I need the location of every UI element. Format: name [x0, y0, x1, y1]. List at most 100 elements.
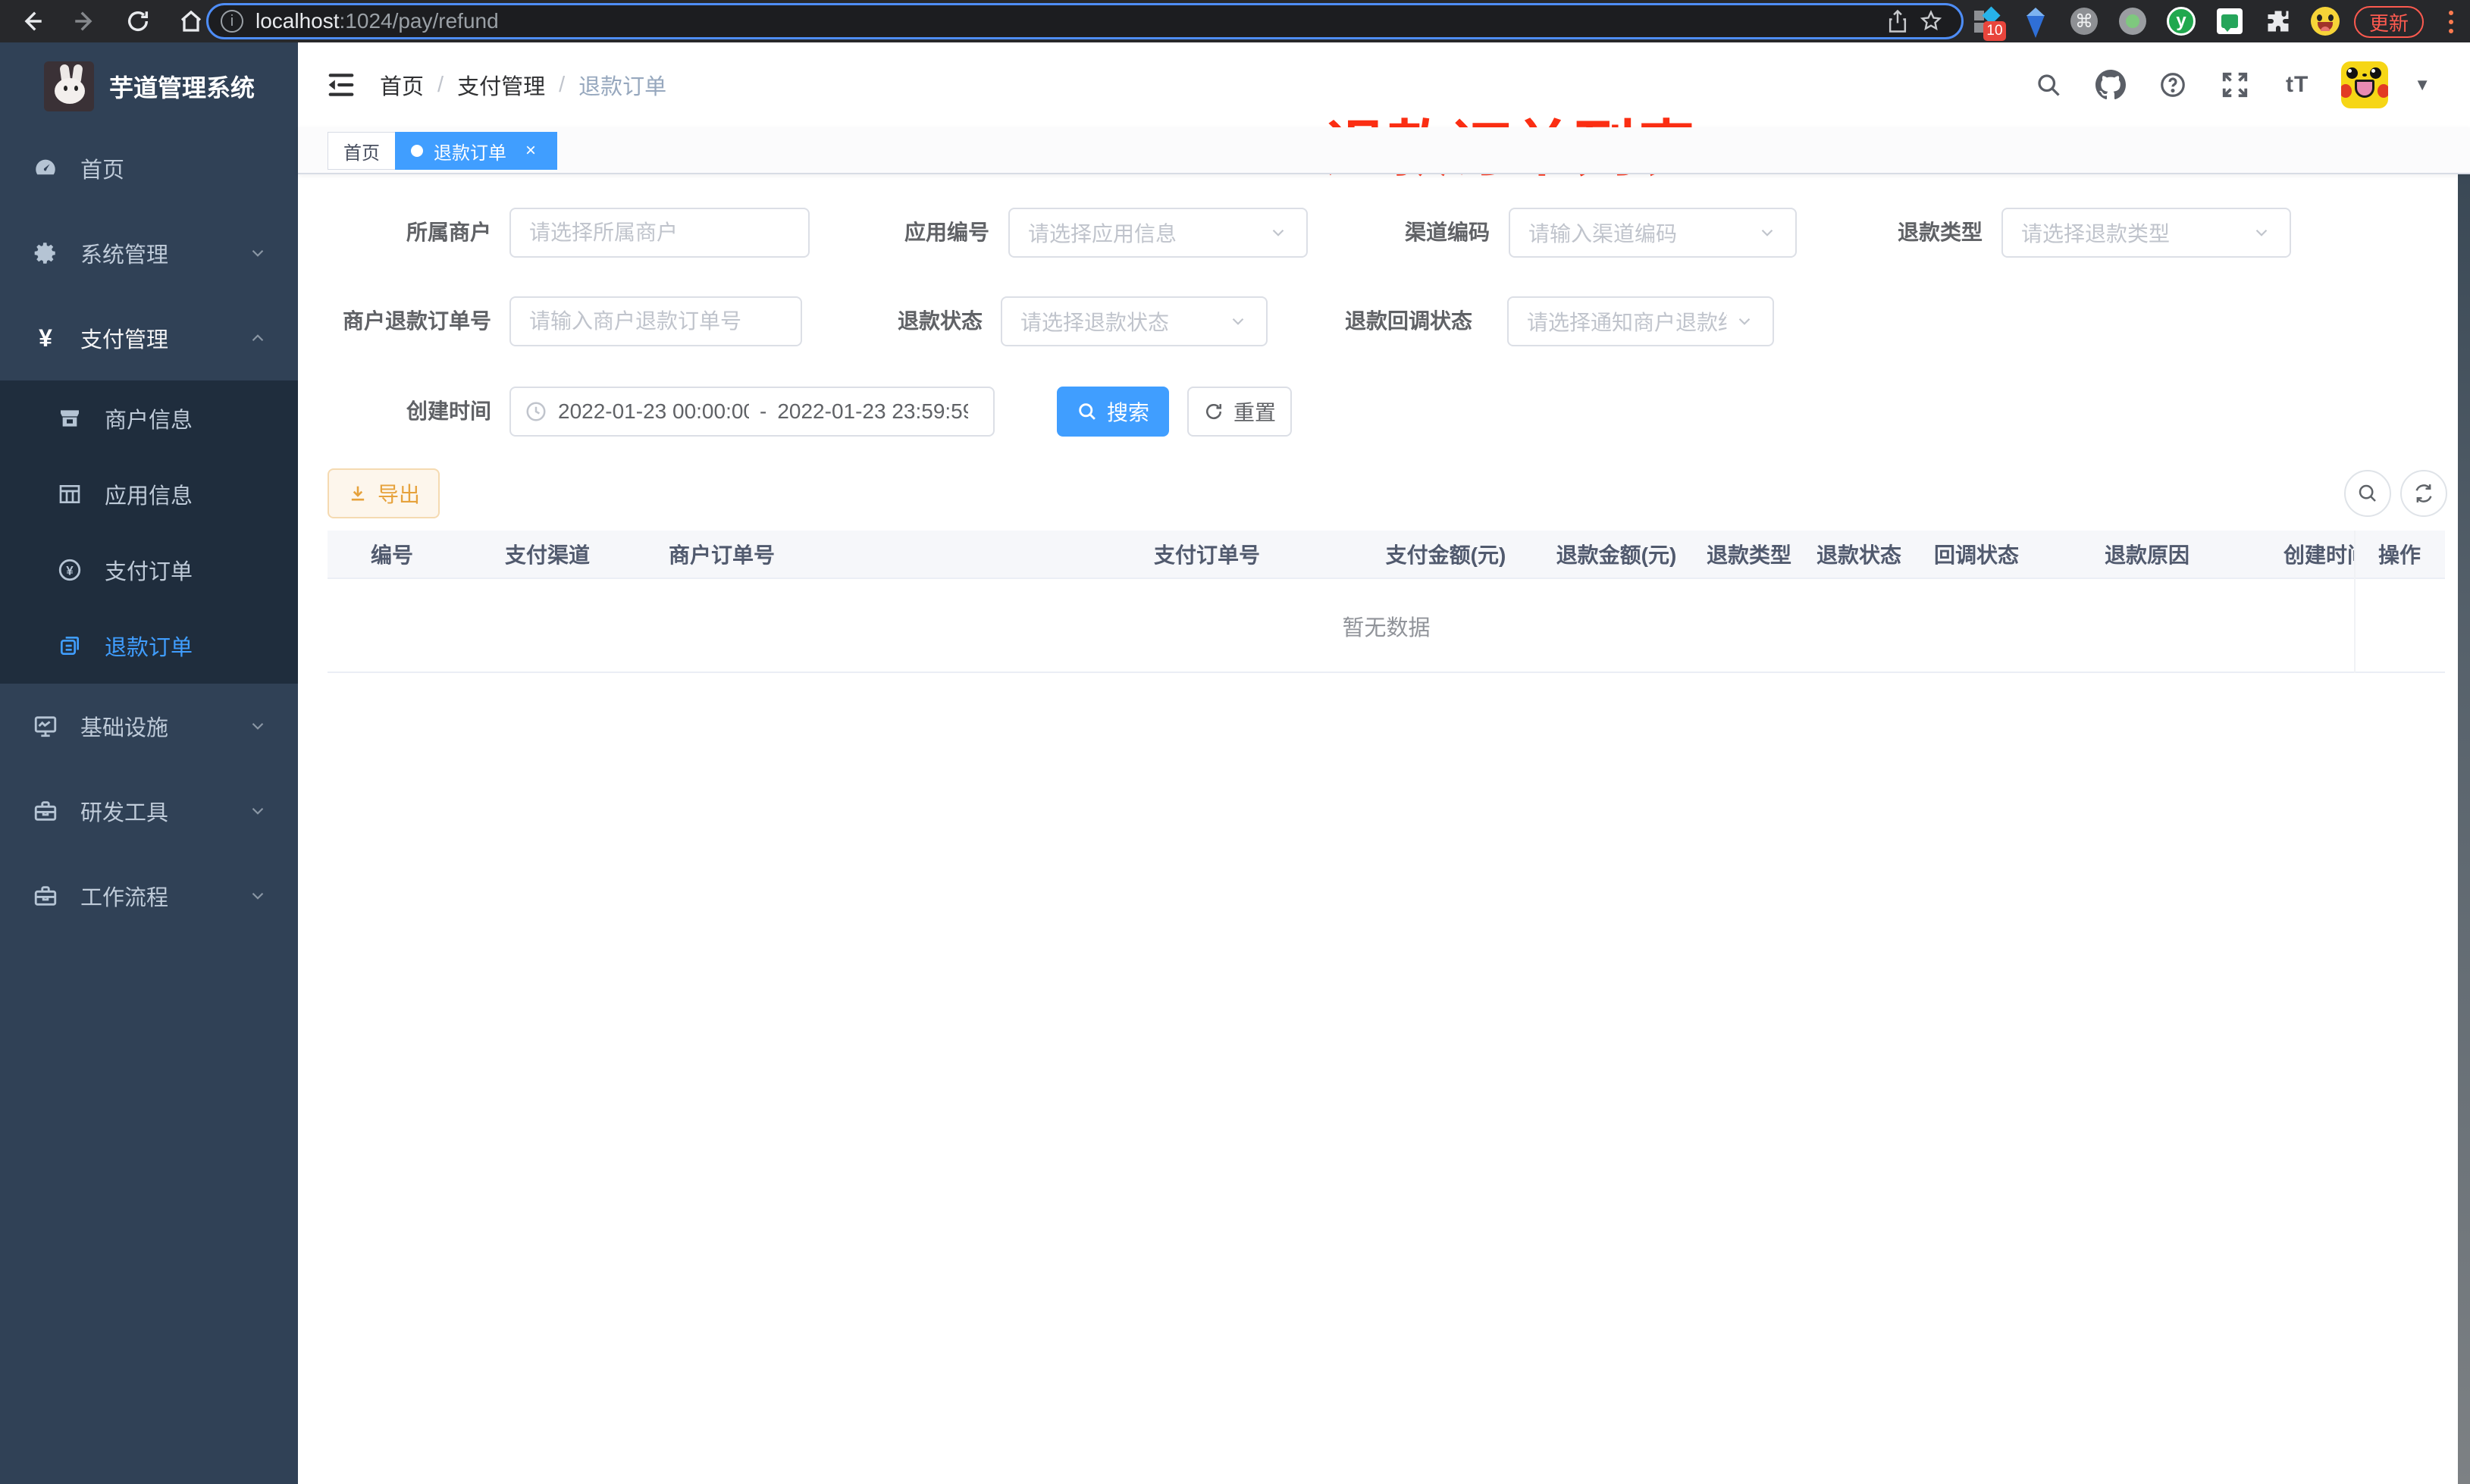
sidebar-toggle-button[interactable] — [322, 66, 360, 104]
extension-kite[interactable] — [2018, 5, 2053, 38]
tab-label: 退款订单 — [434, 142, 506, 164]
header-search-button[interactable] — [2030, 67, 2067, 103]
extension-chat[interactable] — [2212, 5, 2247, 38]
create-time-range-picker[interactable]: 2022-01-23 00:00:00 - 2022-01-23 23:59:5… — [509, 387, 995, 437]
briefcase-icon — [30, 883, 61, 909]
tab-label: 首页 — [343, 142, 380, 164]
avatar[interactable] — [2341, 61, 2389, 108]
search-button[interactable]: 搜索 — [1057, 387, 1169, 437]
show-search-button[interactable] — [2344, 470, 2391, 517]
navbar: 首页 / 支付管理 / 退款订单 退款订单列表 tT ▼ — [298, 42, 2470, 183]
reset-button[interactable]: 重置 — [1187, 387, 1292, 437]
question-icon — [2161, 73, 2186, 97]
github-button[interactable] — [2092, 67, 2129, 103]
filter-label-refund-status: 退款状态 — [897, 309, 983, 333]
range-end-value[interactable]: 2022-01-23 23:59:59 — [777, 399, 968, 424]
chevron-down-icon — [248, 886, 268, 906]
col-actions: 操作 — [2378, 543, 2421, 567]
col-refund-status: 退款状态 — [1816, 543, 1901, 567]
browser-menu-button[interactable] — [2440, 8, 2462, 36]
refresh-list-button[interactable] — [2400, 470, 2447, 517]
sidebar-item-label: 首页 — [80, 158, 125, 183]
dashboard-icon — [30, 155, 61, 181]
filter-label-channel: 渠道编码 — [1404, 221, 1490, 244]
col-refund-reason: 退款原因 — [2104, 543, 2189, 567]
export-button[interactable]: 导出 — [328, 468, 440, 518]
extension-tampermonkey[interactable]: 10 — [1970, 5, 2006, 41]
sidebar-item-label: 商户信息 — [105, 409, 193, 433]
notify-status-select[interactable]: 请选择通知商户退款结果 — [1507, 296, 1774, 346]
sidebar: 芋道管理系统 首页 系统管理 ¥ 支付管理 商户信息 应用信息 ¥ 支付订单 退… — [0, 42, 298, 1484]
fullscreen-button[interactable] — [2217, 67, 2253, 103]
hamburger-icon — [328, 74, 354, 96]
sidebar-item-label: 退款订单 — [105, 636, 193, 660]
tab-home[interactable]: 首页 — [328, 132, 396, 170]
filter-label-merchant-refund-no: 商户退款订单号 — [342, 309, 491, 333]
tab-close-icon[interactable]: × — [520, 140, 541, 161]
extension-y[interactable]: y — [2164, 5, 2199, 38]
refund-type-select[interactable]: 请选择退款类型 — [2001, 208, 2291, 258]
sidebar-logo[interactable]: 芋道管理系统 — [0, 42, 298, 130]
kite-icon — [2026, 8, 2045, 38]
tampermonkey-icon: 10 — [1970, 5, 2006, 41]
fixed-column-divider — [2354, 531, 2356, 673]
breadcrumb-separator: / — [559, 72, 566, 97]
sidebar-item-pay-order[interactable]: ¥ 支付订单 — [0, 532, 298, 608]
share-button[interactable] — [1881, 3, 1914, 39]
clock-icon — [525, 400, 547, 423]
url-text: localhost:1024/pay/refund — [255, 9, 1881, 33]
sidebar-item-label: 支付订单 — [105, 560, 193, 584]
emoji-icon — [2311, 7, 2340, 36]
browser-back-button[interactable] — [11, 0, 53, 42]
browser-update-button[interactable]: 更新 — [2354, 6, 2425, 38]
address-bar[interactable]: i localhost:1024/pay/refund — [206, 3, 1964, 39]
sidebar-item-refund-order[interactable]: 退款订单 — [0, 608, 298, 684]
url-path: :1024/pay/refund — [339, 9, 499, 33]
fullscreen-icon — [2223, 72, 2248, 98]
app-window: i localhost:1024/pay/refund 10 ⌘ y 更新 芋道… — [0, 0, 2470, 1484]
sidebar-item-infra[interactable]: 基础设施 — [0, 684, 298, 769]
font-size-button[interactable]: tT — [2279, 67, 2315, 103]
site-info-icon[interactable]: i — [221, 10, 243, 33]
share-icon — [1889, 9, 1907, 33]
extension-command[interactable]: ⌘ — [2067, 5, 2102, 38]
sidebar-item-workflow[interactable]: 工作流程 — [0, 853, 298, 938]
yen-icon: ¥ — [39, 324, 52, 352]
search-icon — [2038, 74, 2060, 96]
chevron-down-icon — [248, 801, 268, 821]
col-id: 编号 — [370, 543, 413, 567]
filter-label-merchant: 所属商户 — [406, 221, 491, 244]
navbar-actions: tT ▼ — [2030, 42, 2431, 127]
y-circle-icon: y — [2167, 7, 2196, 36]
breadcrumb-pay[interactable]: 支付管理 — [457, 69, 545, 101]
extension-puzzle[interactable] — [2261, 5, 2296, 38]
home-icon — [180, 10, 202, 32]
range-start-value[interactable]: 2022-01-23 00:00:00 — [558, 399, 749, 424]
bookmark-button[interactable] — [1914, 3, 1948, 39]
svg-text:¥: ¥ — [66, 563, 74, 578]
extension-recorder[interactable] — [2115, 5, 2150, 38]
store-icon — [55, 406, 85, 430]
filter-label-refund-type: 退款类型 — [1897, 221, 1983, 244]
sidebar-item-devtools[interactable]: 研发工具 — [0, 769, 298, 853]
tab-refund-order[interactable]: 退款订单 × — [395, 132, 557, 170]
window-scrollbar[interactable] — [2458, 42, 2470, 1484]
chevron-down-icon — [2252, 223, 2271, 243]
browser-toolbar: i localhost:1024/pay/refund 10 ⌘ y 更新 — [0, 0, 2470, 42]
browser-forward-button[interactable] — [64, 0, 106, 42]
breadcrumb-current: 退款订单 — [578, 75, 667, 99]
browser-reload-button[interactable] — [117, 0, 159, 42]
help-button[interactable] — [2155, 67, 2191, 103]
extension-emoji[interactable] — [2308, 5, 2343, 38]
caret-down-icon[interactable]: ▼ — [2414, 75, 2431, 95]
sidebar-item-home[interactable]: 首页 — [0, 126, 298, 211]
sidebar-item-app-info[interactable]: 应用信息 — [0, 456, 298, 532]
breadcrumb: 首页 / 支付管理 / 退款订单 — [380, 42, 666, 127]
sidebar-item-label: 应用信息 — [105, 484, 193, 509]
sidebar-item-label: 系统管理 — [80, 243, 169, 268]
breadcrumb-home[interactable]: 首页 — [380, 69, 424, 101]
command-icon: ⌘ — [2070, 8, 2098, 35]
tags-view: 首页 退款订单 × — [298, 127, 2470, 174]
document-icon — [55, 634, 85, 658]
monitor-icon — [30, 713, 61, 739]
